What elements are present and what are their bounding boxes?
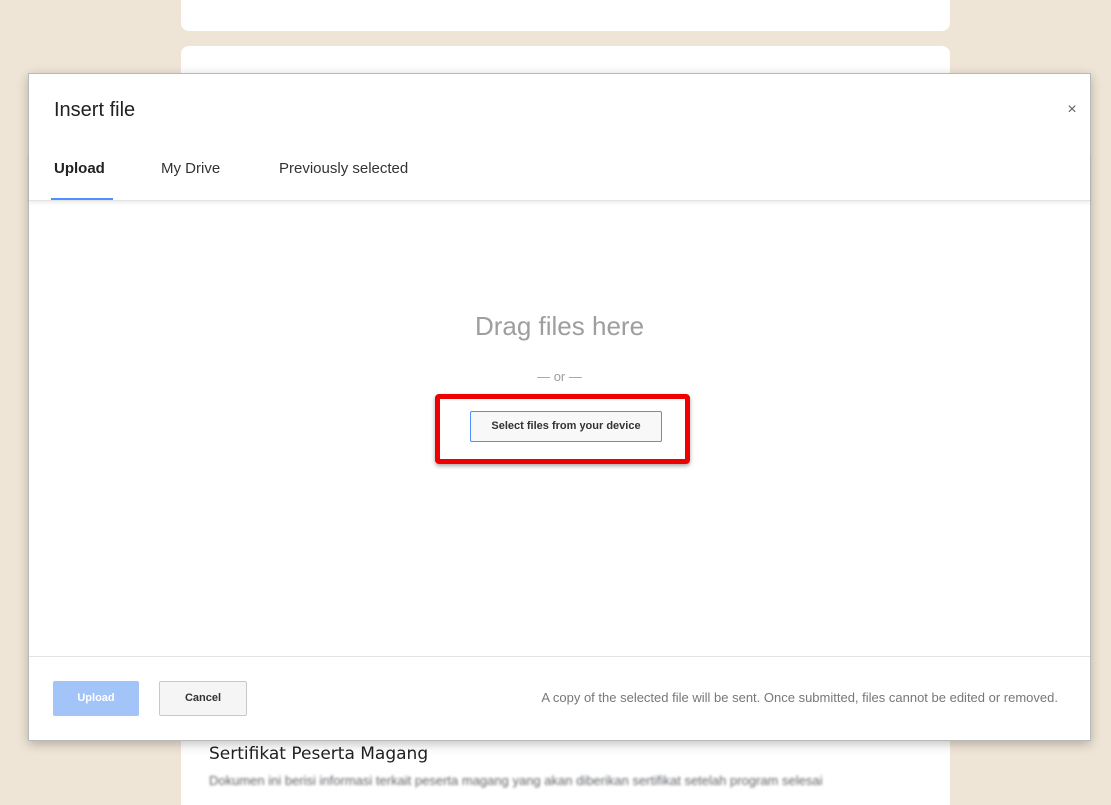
tab-my-drive[interactable]: My Drive [161,160,220,177]
background-card-title: Sertifikat Peserta Magang [209,744,429,764]
active-tab-indicator [51,198,113,200]
close-icon[interactable]: × [1062,100,1082,120]
drop-zone[interactable]: Drag files here — or — Select files from… [29,201,1090,656]
cancel-button[interactable]: Cancel [159,681,247,716]
background-card-subtitle: Dokumen ini berisi informasi terkait pes… [209,773,823,788]
or-divider: — or — [537,369,582,384]
dialog-footer: Upload Cancel A copy of the selected fil… [29,656,1090,741]
insert-file-dialog: Insert file × Upload My Drive Previously… [28,73,1091,741]
background-card-top [181,0,950,31]
tab-upload[interactable]: Upload [54,160,105,177]
annotation-highlight-box [435,394,690,464]
tab-previously-selected[interactable]: Previously selected [279,160,408,177]
dialog-title: Insert file [54,99,136,121]
upload-notice: A copy of the selected file will be sent… [541,690,1058,705]
drag-files-heading: Drag files here [474,311,645,341]
upload-button[interactable]: Upload [53,681,139,716]
tab-bar: Upload My Drive Previously selected [29,154,1090,201]
